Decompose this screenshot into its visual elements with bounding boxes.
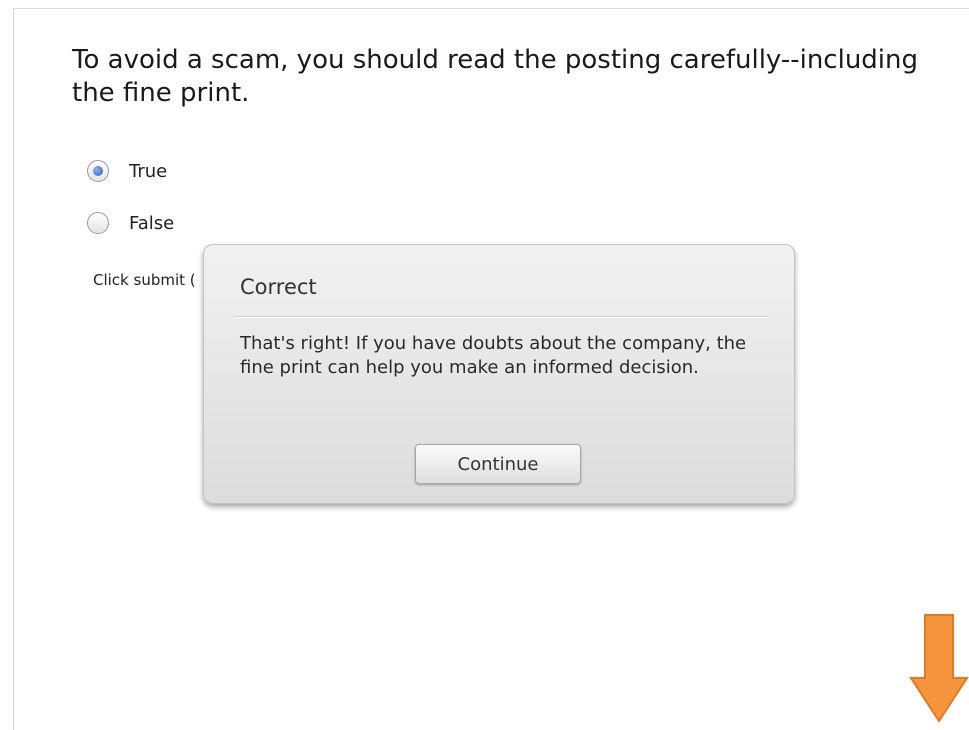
frame-border-left (13, 8, 14, 730)
submit-hint: Click submit ( (93, 271, 196, 289)
feedback-dialog: Correct That's right! If you have doubts… (203, 244, 795, 504)
option-true-label[interactable]: True (129, 161, 167, 182)
question-text: To avoid a scam, you should read the pos… (72, 45, 919, 108)
frame-border-top (13, 8, 969, 9)
quiz-page: To avoid a scam, you should read the pos… (0, 0, 969, 730)
down-arrow-icon[interactable] (908, 612, 969, 724)
radio-true[interactable] (87, 160, 109, 182)
option-false-label[interactable]: False (129, 213, 174, 234)
dialog-message: That's right! If you have doubts about t… (240, 333, 747, 378)
radio-false[interactable] (87, 212, 109, 234)
radio-selected-dot (93, 166, 103, 176)
dialog-divider (234, 316, 768, 318)
dialog-title: Correct (240, 275, 317, 299)
option-true[interactable]: True (87, 160, 167, 182)
continue-button[interactable]: Continue (415, 444, 581, 484)
option-false[interactable]: False (87, 212, 174, 234)
